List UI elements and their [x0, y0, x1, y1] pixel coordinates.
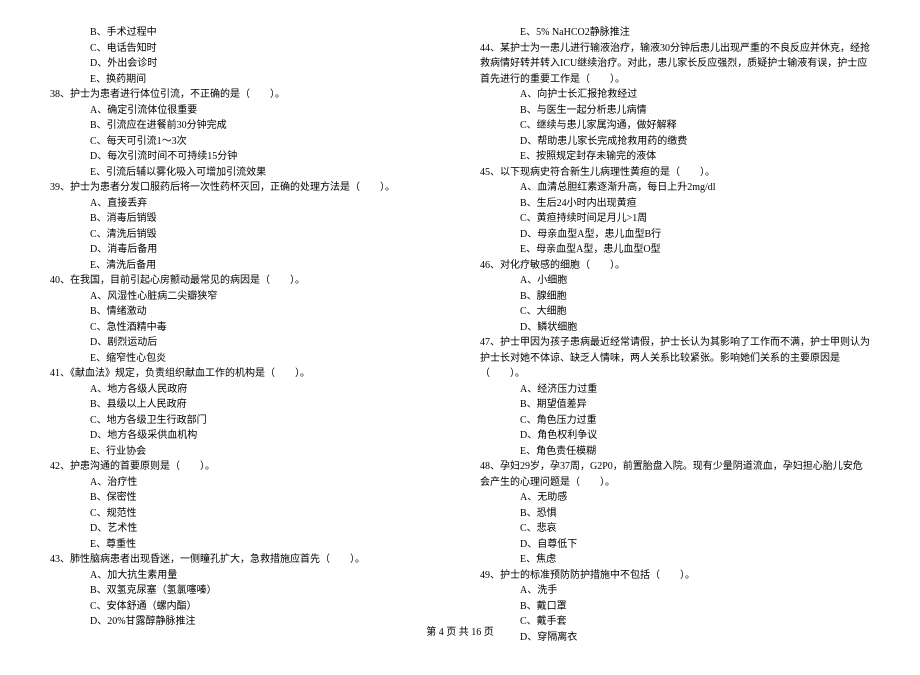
- q40-opt-e: E、缩窄性心包炎: [50, 351, 440, 367]
- q45-stem: 45、以下现病史符合新生儿病理性黄疸的是（ ）。: [480, 165, 870, 181]
- q41-opt-d: D、地方各级采供血机构: [50, 428, 440, 444]
- q44-opt-a: A、向护士长汇报抢救经过: [480, 87, 870, 103]
- q49-opt-b: B、戴口罩: [480, 599, 870, 615]
- q48-opt-c: C、悲哀: [480, 521, 870, 537]
- q39-opt-e: E、清洗后备用: [50, 258, 440, 274]
- q37-opt-d: D、外出会诊时: [50, 56, 440, 72]
- q43-opt-a: A、加大抗生素用量: [50, 568, 440, 584]
- q44-opt-d: D、帮助患儿家长完成抢救用药的缴费: [480, 134, 870, 150]
- q47-opt-e: E、角色责任模糊: [480, 444, 870, 460]
- q37-opt-e: E、换药期间: [50, 72, 440, 88]
- q47-opt-a: A、经济压力过重: [480, 382, 870, 398]
- q39-opt-a: A、直接丢弃: [50, 196, 440, 212]
- q42-opt-a: A、治疗性: [50, 475, 440, 491]
- q45-opt-b: B、生后24小时内出现黄疸: [480, 196, 870, 212]
- q48-opt-b: B、恐惧: [480, 506, 870, 522]
- q44-stem: 44、某护士为一患儿进行输液治疗，输液30分钟后患儿出现严重的不良反应并休克，经…: [480, 41, 870, 88]
- q40-opt-c: C、急性酒精中毒: [50, 320, 440, 336]
- q43-opt-b: B、双氢克尿塞（氢氯噻嗪）: [50, 583, 440, 599]
- q45-opt-e: E、母亲血型A型，患儿血型O型: [480, 242, 870, 258]
- q47-opt-b: B、期望值差异: [480, 397, 870, 413]
- q38-opt-b: B、引流应在进餐前30分钟完成: [50, 118, 440, 134]
- q40-opt-b: B、情绪激动: [50, 304, 440, 320]
- q38-opt-e: E、引流后辅以雾化吸入可增加引流效果: [50, 165, 440, 181]
- q48-stem: 48、孕妇29岁，孕37周，G2P0，前置胎盘入院。现有少量阴道流血，孕妇担心胎…: [480, 459, 870, 490]
- q38-opt-c: C、每天可引流1～3次: [50, 134, 440, 150]
- q44-opt-b: B、与医生一起分析患儿病情: [480, 103, 870, 119]
- q49-opt-a: A、洗手: [480, 583, 870, 599]
- q42-opt-d: D、艺术性: [50, 521, 440, 537]
- q39-opt-c: C、清洗后销毁: [50, 227, 440, 243]
- q41-opt-c: C、地方各级卫生行政部门: [50, 413, 440, 429]
- q39-opt-b: B、消毒后销毁: [50, 211, 440, 227]
- q43-stem: 43、肺性脑病患者出现昏迷，一侧瞳孔扩大，急救措施应首先（ ）。: [50, 552, 440, 568]
- q42-opt-b: B、保密性: [50, 490, 440, 506]
- q48-opt-a: A、无助感: [480, 490, 870, 506]
- q43-opt-c: C、安体舒通（螺内酯）: [50, 599, 440, 615]
- left-column: B、手术过程中 C、电话告知时 D、外出会诊时 E、换药期间 38、护士为患者进…: [50, 25, 440, 645]
- q40-stem: 40、在我国，目前引起心房颤动最常见的病因是（ ）。: [50, 273, 440, 289]
- q44-opt-c: C、继续与患儿家属沟通，做好解释: [480, 118, 870, 134]
- q38-opt-d: D、每次引流时间不可持续15分钟: [50, 149, 440, 165]
- q38-opt-a: A、确定引流体位很重要: [50, 103, 440, 119]
- q40-opt-d: D、剧烈运动后: [50, 335, 440, 351]
- q42-stem: 42、护患沟通的首要原则是（ ）。: [50, 459, 440, 475]
- q48-opt-e: E、焦虑: [480, 552, 870, 568]
- q45-opt-d: D、母亲血型A型，患儿血型B行: [480, 227, 870, 243]
- q37-opt-c: C、电话告知时: [50, 41, 440, 57]
- q47-opt-d: D、角色权利争议: [480, 428, 870, 444]
- q48-opt-d: D、自尊低下: [480, 537, 870, 553]
- q38-stem: 38、护士为患者进行体位引流，不正确的是（ ）。: [50, 87, 440, 103]
- right-column: E、5% NaHCO2静脉推注 44、某护士为一患儿进行输液治疗，输液30分钟后…: [480, 25, 870, 645]
- q46-stem: 46、对化疗敏感的细胞（ ）。: [480, 258, 870, 274]
- q42-opt-e: E、尊重性: [50, 537, 440, 553]
- q45-opt-a: A、血清总胆红素逐渐升高，每日上升2mg/dl: [480, 180, 870, 196]
- q43-opt-e: E、5% NaHCO2静脉推注: [480, 25, 870, 41]
- exam-page: B、手术过程中 C、电话告知时 D、外出会诊时 E、换药期间 38、护士为患者进…: [0, 0, 920, 675]
- q41-opt-b: B、县级以上人民政府: [50, 397, 440, 413]
- q44-opt-e: E、按照规定封存未输完的液体: [480, 149, 870, 165]
- q40-opt-a: A、风湿性心脏病二尖瓣狭窄: [50, 289, 440, 305]
- q46-opt-a: A、小细胞: [480, 273, 870, 289]
- q46-opt-c: C、大细胞: [480, 304, 870, 320]
- q46-opt-b: B、腺细胞: [480, 289, 870, 305]
- q47-opt-c: C、角色压力过重: [480, 413, 870, 429]
- q41-stem: 41、《献血法》规定，负责组织献血工作的机构是（ ）。: [50, 366, 440, 382]
- q47-stem: 47、护士甲因为孩子患病最近经常请假，护士长认为其影响了工作而不满，护士甲则认为…: [480, 335, 870, 382]
- q46-opt-d: D、鳞状细胞: [480, 320, 870, 336]
- q39-stem: 39、护士为患者分发口服药后将一次性药杯灭回，正确的处理方法是（ ）。: [50, 180, 440, 196]
- q42-opt-c: C、规范性: [50, 506, 440, 522]
- q39-opt-d: D、消毒后备用: [50, 242, 440, 258]
- q41-opt-e: E、行业协会: [50, 444, 440, 460]
- q37-opt-b: B、手术过程中: [50, 25, 440, 41]
- q49-stem: 49、护士的标准预防防护措施中不包括（ ）。: [480, 568, 870, 584]
- q41-opt-a: A、地方各级人民政府: [50, 382, 440, 398]
- page-footer: 第 4 页 共 16 页: [0, 623, 920, 638]
- q45-opt-c: C、黄疸持续时间足月儿>1周: [480, 211, 870, 227]
